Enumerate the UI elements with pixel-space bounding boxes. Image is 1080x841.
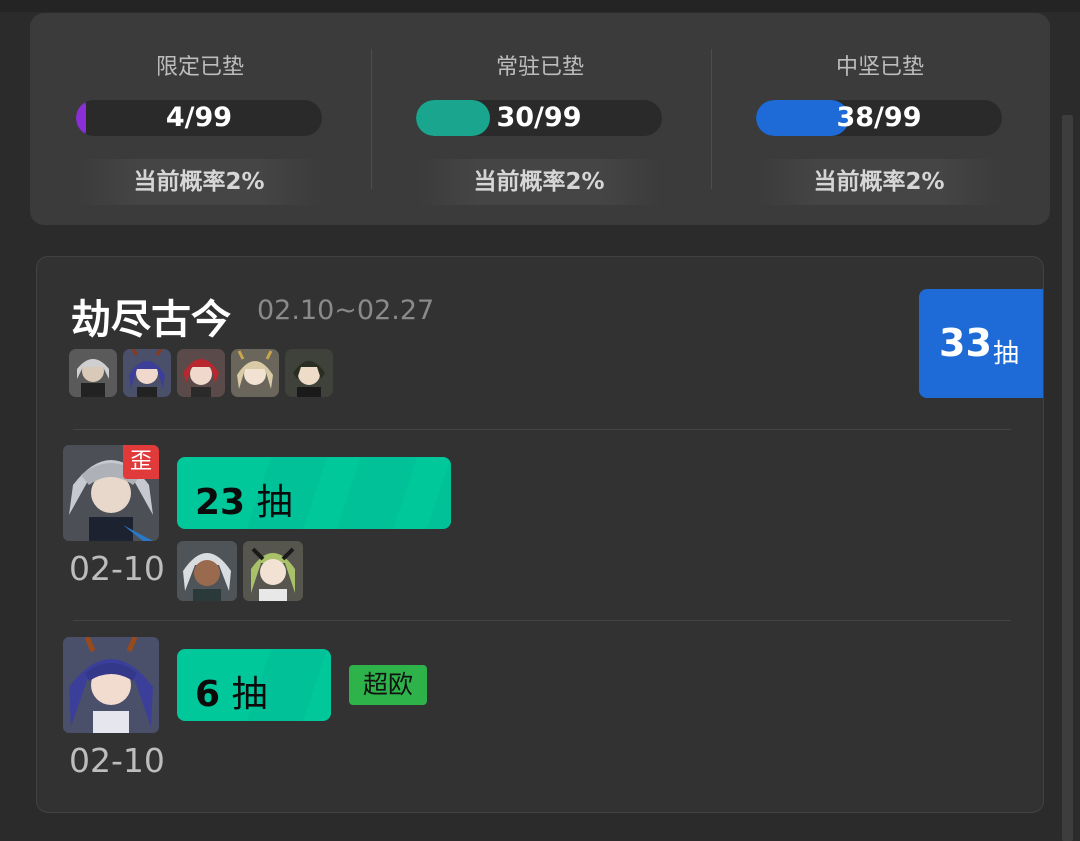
divider: [73, 429, 1011, 430]
operator-avatar[interactable]: [177, 349, 225, 397]
banner-date-range: 02.10~02.27: [257, 295, 435, 326]
pull-count: 23: [195, 482, 246, 523]
off-banner-tag: 歪: [123, 445, 159, 479]
operator-avatar[interactable]: [177, 541, 237, 601]
pity-value: 4/99: [165, 102, 233, 133]
operator-avatar[interactable]: [69, 349, 117, 397]
pity-rate: 当前概率2%: [416, 159, 662, 205]
pity-label: 常驻已垫: [495, 55, 584, 80]
pity-stats-card: 限定已垫 4/99 当前概率2% 常驻已垫 30/99 当前概率2% 中坚已垫 …: [30, 13, 1050, 225]
pity-standard: 常驻已垫 30/99 当前概率2%: [370, 13, 710, 225]
total-pulls-unit: 抽: [993, 339, 1020, 369]
pity-value: 38/99: [836, 102, 922, 133]
pull-count-bar: 6 抽: [177, 649, 331, 721]
lucky-tag: 超欧: [349, 665, 427, 705]
total-pulls-badge: 33 抽: [919, 289, 1043, 398]
pull-date: 02-10: [69, 549, 165, 588]
pity-rate: 当前概率2%: [76, 159, 322, 205]
banner-title: 劫尽古今: [71, 297, 231, 343]
operator-avatar[interactable]: [231, 349, 279, 397]
pity-label: 中坚已垫: [835, 55, 924, 80]
pull-count: 6: [195, 674, 221, 715]
pull-record[interactable]: 02-10 6 抽 超欧: [63, 637, 1013, 807]
operator-avatar[interactable]: [243, 541, 303, 601]
pull-unit: 抽: [256, 482, 293, 523]
banner-card[interactable]: 劫尽古今 02.10~02.27 33 抽 歪 02-10 23 抽 02-10…: [36, 256, 1044, 813]
pull-count-text: 23 抽: [195, 473, 293, 525]
pity-rate: 当前概率2%: [756, 159, 1002, 205]
pity-core: 中坚已垫 38/99 当前概率2%: [710, 13, 1050, 225]
operator-avatar[interactable]: [123, 349, 171, 397]
divider: [73, 620, 1011, 621]
pity-progress-bar: 38/99: [756, 100, 1002, 136]
pull-unit: 抽: [231, 674, 268, 715]
pull-count-text: 6 抽: [195, 665, 268, 717]
pity-value: 30/99: [496, 102, 582, 133]
operator-avatar[interactable]: [63, 637, 159, 733]
pity-limited: 限定已垫 4/99 当前概率2%: [30, 13, 370, 225]
pity-progress-bar: 4/99: [76, 100, 322, 136]
pull-count-bar: 23 抽: [177, 457, 451, 529]
scrollbar[interactable]: [1062, 115, 1073, 841]
pull-record[interactable]: 歪 02-10 23 抽: [63, 445, 1013, 615]
pull-date: 02-10: [69, 741, 165, 780]
total-pulls-count: 33: [939, 321, 992, 365]
pity-progress-bar: 30/99: [416, 100, 662, 136]
pity-label: 限定已垫: [155, 55, 244, 80]
top-edge: [0, 0, 1080, 12]
operator-avatar[interactable]: [285, 349, 333, 397]
